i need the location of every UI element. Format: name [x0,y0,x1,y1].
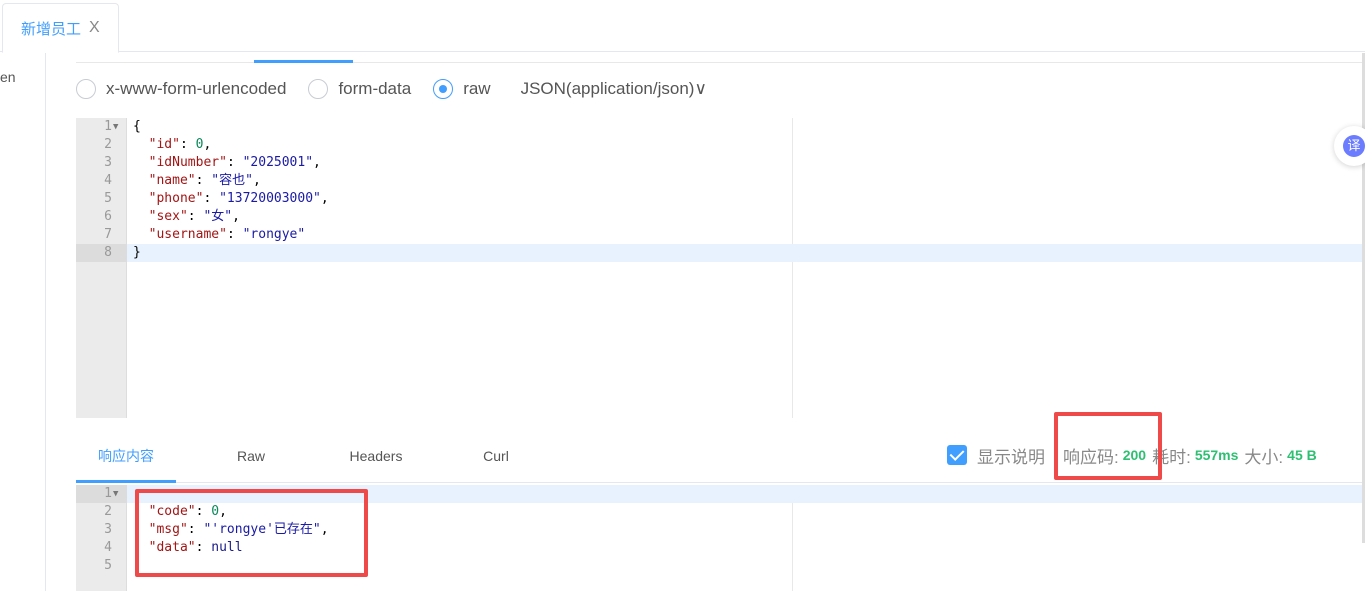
code-text: "idNumber": "2025001", [148,155,321,170]
time-value: 557ms [1194,447,1239,463]
content-type-dropdown[interactable]: JSON(application/json)∨ [521,79,707,99]
show-description-label: 显示说明 [977,447,1045,467]
code-text: { [133,118,141,136]
response-body-editor[interactable]: 1 ▼ 2 "code": 0, 3 "msg": "'rongye'已存在",… [76,485,1362,591]
brace: } [133,245,141,260]
code-line: 1 ▼ [76,485,1362,503]
json-value: 0 [211,504,220,519]
code-text: "sex": "女", [148,209,240,224]
status-code-value: 200 [1122,447,1147,463]
json-value: "13720003000" [219,191,321,206]
code-line: 5 "phone": "13720003000", [76,190,1362,208]
line-number: 3 [104,155,112,170]
radio-form-data[interactable]: form-data [308,79,411,99]
json-value: "容也" [211,173,253,188]
line-number: 2 [104,504,112,519]
radio-label: x-www-form-urlencoded [106,79,287,98]
code-text: "phone": "13720003000", [148,191,329,206]
code-line: 3 "idNumber": "2025001", [76,154,1362,172]
size-label: 大小: [1244,447,1284,467]
code-line: 1 ▼ { [76,118,1362,136]
line-number: 2 [104,137,112,152]
left-panel: en [0,53,46,591]
radio-circle[interactable] [76,79,96,99]
code-line: 7 "username": "rongye" [76,226,1362,244]
tab-curl[interactable]: Curl [466,437,526,483]
line-number: 5 [104,558,112,573]
code-line: 6 "sex": "女", [76,208,1362,226]
line-number: 1 [104,486,112,501]
json-key: "data" [148,540,196,555]
json-key: "username" [148,227,227,242]
code-line: 8 } [76,244,1362,262]
left-panel-text: en [0,69,16,85]
line-number: 4 [104,173,112,188]
json-key: "phone" [148,191,204,206]
json-value: "女" [203,209,233,224]
json-key: "code" [148,504,196,519]
tab-headers[interactable]: Headers [336,437,416,483]
json-value: "2025001" [242,155,314,170]
radio-label: form-data [338,79,412,98]
brace: { [133,119,141,134]
json-value: null [211,540,243,555]
active-request-tab-indicator [254,60,353,63]
code-line: 5 [76,557,1362,575]
fold-arrow-icon[interactable]: ▼ [113,485,118,503]
tab-bar: 新增员工 X [0,0,1365,53]
tab-label: 新增员工 [21,20,82,38]
line-number: 8 [104,245,112,260]
body-type-selector: x-www-form-urlencoded form-data raw JSON… [76,75,707,103]
radio-circle-checked[interactable] [433,79,454,99]
code-line: 2 "id": 0, [76,136,1362,154]
time-label: 耗时: [1152,447,1191,467]
json-key: "idNumber" [148,155,227,170]
radio-circle[interactable] [308,79,329,99]
code-text: "msg": "'rongye'已存在", [148,522,329,537]
code-text: "code": 0, [148,504,227,519]
json-key: "id" [148,137,180,152]
json-key: "sex" [148,209,188,224]
json-value: "rongye" [242,227,306,242]
line-number: 5 [104,191,112,206]
json-key: "name" [148,173,196,188]
tab-response-content[interactable]: 响应内容 [76,437,176,483]
radio-label: raw [463,79,491,98]
fold-arrow-icon[interactable]: ▼ [113,118,118,136]
line-number: 3 [104,522,112,537]
json-value: 0 [195,137,204,152]
code-line: 3 "msg": "'rongye'已存在", [76,521,1362,539]
code-line: 2 "code": 0, [76,503,1362,521]
code-line: 4 "data": null [76,539,1362,557]
close-icon[interactable]: X [89,20,100,36]
code-line: 4 "name": "容也", [76,172,1362,190]
json-key: "msg" [148,522,188,537]
line-number: 4 [104,540,112,555]
size-value: 45 B [1287,447,1317,463]
code-text: "data": null [148,540,243,555]
line-number: 6 [104,209,112,224]
json-value: "'rongye'已存在" [203,522,321,537]
line-number: 1 [104,119,112,134]
code-text: "name": "容也", [148,173,261,188]
response-meta: 显示说明 响应码: 200 耗时: 557ms 大小: 45 B [947,440,1323,470]
line-number: 7 [104,227,112,242]
code-text: "id": 0, [148,137,212,152]
tab-new-employee[interactable]: 新增员工 X [2,3,119,53]
request-body-editor[interactable]: 1 ▼ { 2 "id": 0, 3 "idNumber": "2025001"… [76,118,1362,418]
show-description-checkbox[interactable] [947,445,967,465]
radio-urlencoded[interactable]: x-www-form-urlencoded [76,79,286,99]
code-text: } [133,244,141,262]
status-code-label: 响应码: [1063,447,1119,467]
radio-raw[interactable]: raw [433,79,491,99]
code-text: "username": "rongye" [148,227,306,242]
translate-icon: 译 [1343,135,1365,157]
tab-raw[interactable]: Raw [216,437,286,483]
